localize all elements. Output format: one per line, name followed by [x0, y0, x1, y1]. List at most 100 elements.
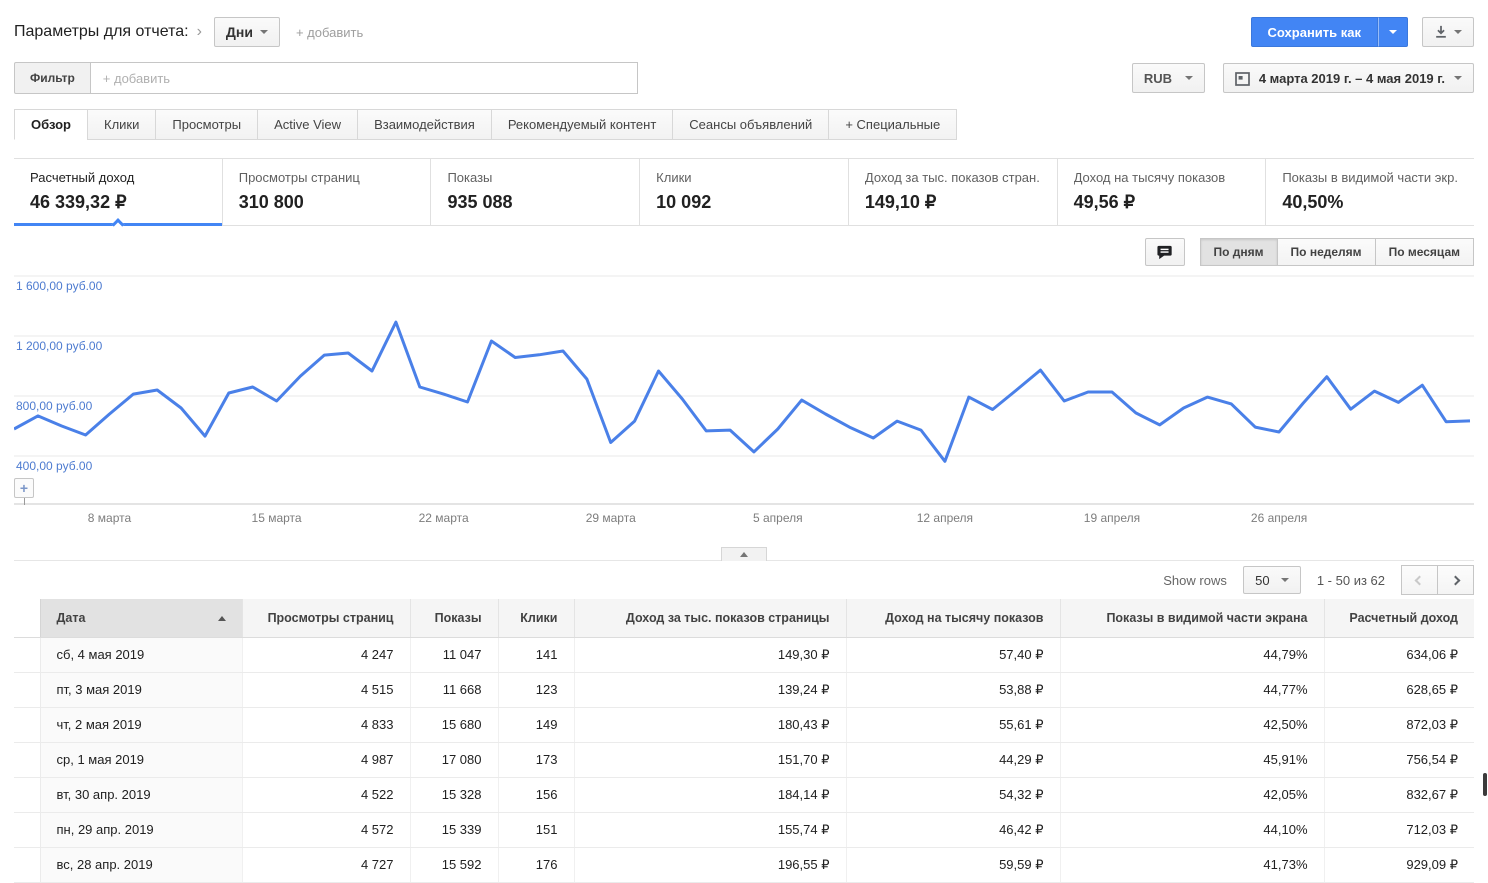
chart-plot-area	[13, 275, 1474, 505]
table-cell: 155,74 ₽	[573, 812, 846, 848]
table-toolbar: Show rows 50 1 - 50 из 62	[14, 561, 1474, 599]
table-cell: 4 515	[241, 672, 410, 708]
granularity-toggle: По дням По неделям По месяцам	[1199, 238, 1474, 266]
column-header-label: Доход за тыс. показов страницы	[625, 610, 830, 625]
table-row: чт, 2 мая 2019 4 833 15 680 149 180,43 ₽55,6…	[14, 707, 1474, 743]
table-cell: 173	[497, 742, 574, 778]
report-tabs: Обзор Клики Просмотры Active View Взаимодейс…	[14, 109, 1474, 140]
metric-label: Доход на тысячу показов	[1073, 170, 1226, 185]
pager	[1401, 565, 1474, 595]
chevron-right-icon	[1450, 575, 1461, 585]
metric-value: 935 088	[447, 192, 513, 212]
table-cell: 15 328	[409, 777, 498, 813]
table-row: пт, 3 мая 2019 4 515 11 668 123 139,24 ₽53,8…	[14, 672, 1474, 708]
add-dimension-link[interactable]: + добавить	[296, 25, 363, 40]
date-range-button[interactable]: 4 марта 2019 г. – 4 мая 2019 г.	[1222, 63, 1474, 93]
chevron-up-icon	[740, 552, 748, 557]
table-cell: 4 987	[241, 742, 410, 778]
tab-2[interactable]: Клики	[87, 109, 157, 140]
column-header-label: Клики	[520, 610, 558, 625]
table-cell: 57,40 ₽	[845, 637, 1060, 673]
metric-label: Показы	[447, 170, 493, 185]
metric-label: Показы в видимой части экр...	[1282, 170, 1459, 185]
tab-6[interactable]: Рекомендуемый контент	[490, 109, 674, 140]
y-axis-label: 800,00 руб.00	[16, 399, 93, 413]
column-header-6[interactable]: Доход на тысячу показов	[845, 599, 1060, 638]
page-size-select[interactable]: 50	[1242, 566, 1301, 594]
table-cell: 180,43 ₽	[573, 707, 846, 743]
table-cell: 59,59 ₽	[845, 847, 1060, 883]
save-as-button[interactable]: Сохранить как	[1250, 17, 1378, 47]
x-axis-label: 5 апреля	[752, 511, 803, 525]
table-cell: вс, 28 апр. 2019	[39, 847, 242, 883]
comment-icon	[1156, 245, 1172, 259]
table-row: вт, 30 апр. 2019 4 522 15 328 156 184,14 ₽54…	[14, 777, 1474, 813]
table-row-spacer	[14, 742, 40, 778]
tab-7[interactable]: Сеансы объявлений	[672, 109, 830, 140]
page-size-value: 50	[1255, 572, 1270, 588]
table-cell: вт, 30 апр. 2019	[39, 777, 242, 813]
column-header-label: Просмотры страниц	[267, 610, 394, 625]
metric-card-7[interactable]: Показы в видимой части экр... 40,50%	[1265, 159, 1474, 225]
top-bar: Параметры для отчета: › Дни + добавить С…	[14, 0, 1474, 48]
collapse-chart-button[interactable]	[721, 547, 767, 561]
column-header-3[interactable]: Показы	[409, 599, 498, 638]
table-row-spacer	[14, 707, 40, 743]
table-cell: ср, 1 мая 2019	[39, 742, 242, 778]
column-header-1[interactable]: Дата	[39, 599, 242, 638]
metric-label: Расчетный доход	[30, 170, 135, 185]
x-axis-label: 26 апреля	[1250, 511, 1308, 525]
column-header-7[interactable]: Показы в видимой части экрана	[1059, 599, 1324, 638]
tab-8[interactable]: + Специальные	[828, 109, 958, 140]
column-header-4[interactable]: Клики	[497, 599, 574, 638]
column-header-label: Показы в видимой части экрана	[1106, 610, 1308, 625]
annotations-button[interactable]	[1144, 238, 1185, 266]
tab-3[interactable]: Просмотры	[155, 109, 259, 140]
metric-value: 46 339,32 ₽	[30, 192, 127, 212]
y-axis-label: 1 200,00 руб.00	[16, 339, 103, 353]
show-rows-label: Show rows	[1163, 572, 1227, 588]
filter-input[interactable]	[90, 62, 638, 94]
dimension-button[interactable]: Дни	[213, 17, 280, 47]
chart-zoom-button[interactable]: +	[14, 478, 34, 498]
column-header-8[interactable]: Расчетный доход	[1323, 599, 1474, 638]
plus-icon: +	[19, 479, 29, 496]
calendar-icon	[1234, 71, 1250, 86]
granularity-button-3[interactable]: По месяцам	[1374, 238, 1474, 266]
save-as-menu-button[interactable]	[1378, 17, 1408, 47]
metric-card-6[interactable]: Доход на тысячу показов 49,56 ₽	[1056, 159, 1266, 225]
table-cell: 45,91%	[1059, 742, 1324, 778]
chart-zoom-tick	[24, 498, 25, 505]
table-cell: 41,73%	[1059, 847, 1324, 883]
caret-down-icon	[1389, 30, 1397, 34]
metric-card-1[interactable]: Расчетный доход 46 339,32 ₽	[14, 159, 222, 231]
table-cell: 149	[497, 707, 574, 743]
column-header-2[interactable]: Просмотры страниц	[241, 599, 410, 638]
download-button[interactable]	[1422, 17, 1474, 47]
table-cell: пт, 3 мая 2019	[39, 672, 242, 708]
tab-4[interactable]: Active View	[257, 109, 359, 140]
currency-select[interactable]: RUB	[1131, 63, 1205, 93]
metric-card-3[interactable]: Показы 935 088	[430, 159, 639, 225]
filter-row: Фильтр RUB 4 марта 2019 г. – 4 мая 2019 …	[14, 62, 1474, 94]
active-metric-notch	[111, 218, 125, 231]
chevron-left-icon	[1414, 575, 1425, 585]
column-header-5[interactable]: Доход за тыс. показов страницы	[573, 599, 846, 638]
metric-card-4[interactable]: Клики 10 092	[639, 159, 848, 225]
prev-page-button[interactable]	[1401, 565, 1438, 595]
table-cell: 832,67 ₽	[1323, 777, 1474, 813]
table-cell: 141	[497, 637, 574, 673]
revenue-chart: + 400,00 руб.00 800,00 руб.00 1 200,00 руб…	[13, 273, 1474, 535]
granularity-button-1[interactable]: По дням	[1199, 238, 1278, 266]
metric-value: 40,50%	[1282, 192, 1344, 212]
caret-down-icon	[1454, 30, 1462, 34]
tab-5[interactable]: Взаимодействия	[357, 109, 492, 140]
table-cell: 628,65 ₽	[1323, 672, 1474, 708]
tab-1[interactable]: Обзор	[14, 109, 88, 140]
metric-card-5[interactable]: Доход за тыс. показов стран... 149,10 ₽	[847, 159, 1057, 225]
filter-button[interactable]: Фильтр	[14, 62, 91, 94]
granularity-button-2[interactable]: По неделям	[1276, 238, 1376, 266]
next-page-button[interactable]	[1437, 565, 1474, 595]
scrollbar-thumb[interactable]	[1483, 773, 1487, 796]
metric-card-2[interactable]: Просмотры страниц 310 800	[221, 159, 431, 225]
